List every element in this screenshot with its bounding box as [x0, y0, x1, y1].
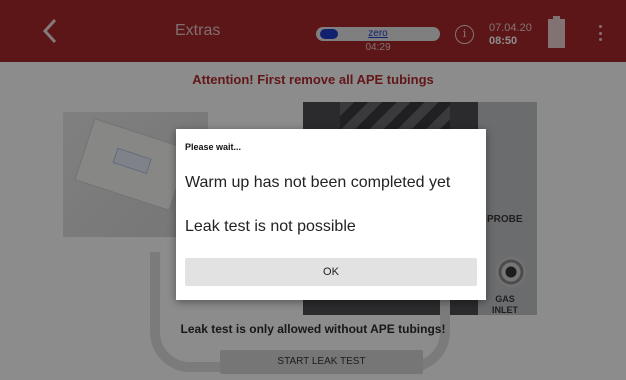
dialog-message-leak-test: Leak test is not possible: [185, 218, 356, 235]
dialog-message-warmup: Warm up has not been completed yet: [185, 174, 451, 191]
please-wait-dialog: Please wait... Warm up has not been comp…: [176, 129, 486, 300]
ok-button[interactable]: OK: [185, 258, 477, 286]
dialog-title: Please wait...: [185, 142, 242, 152]
